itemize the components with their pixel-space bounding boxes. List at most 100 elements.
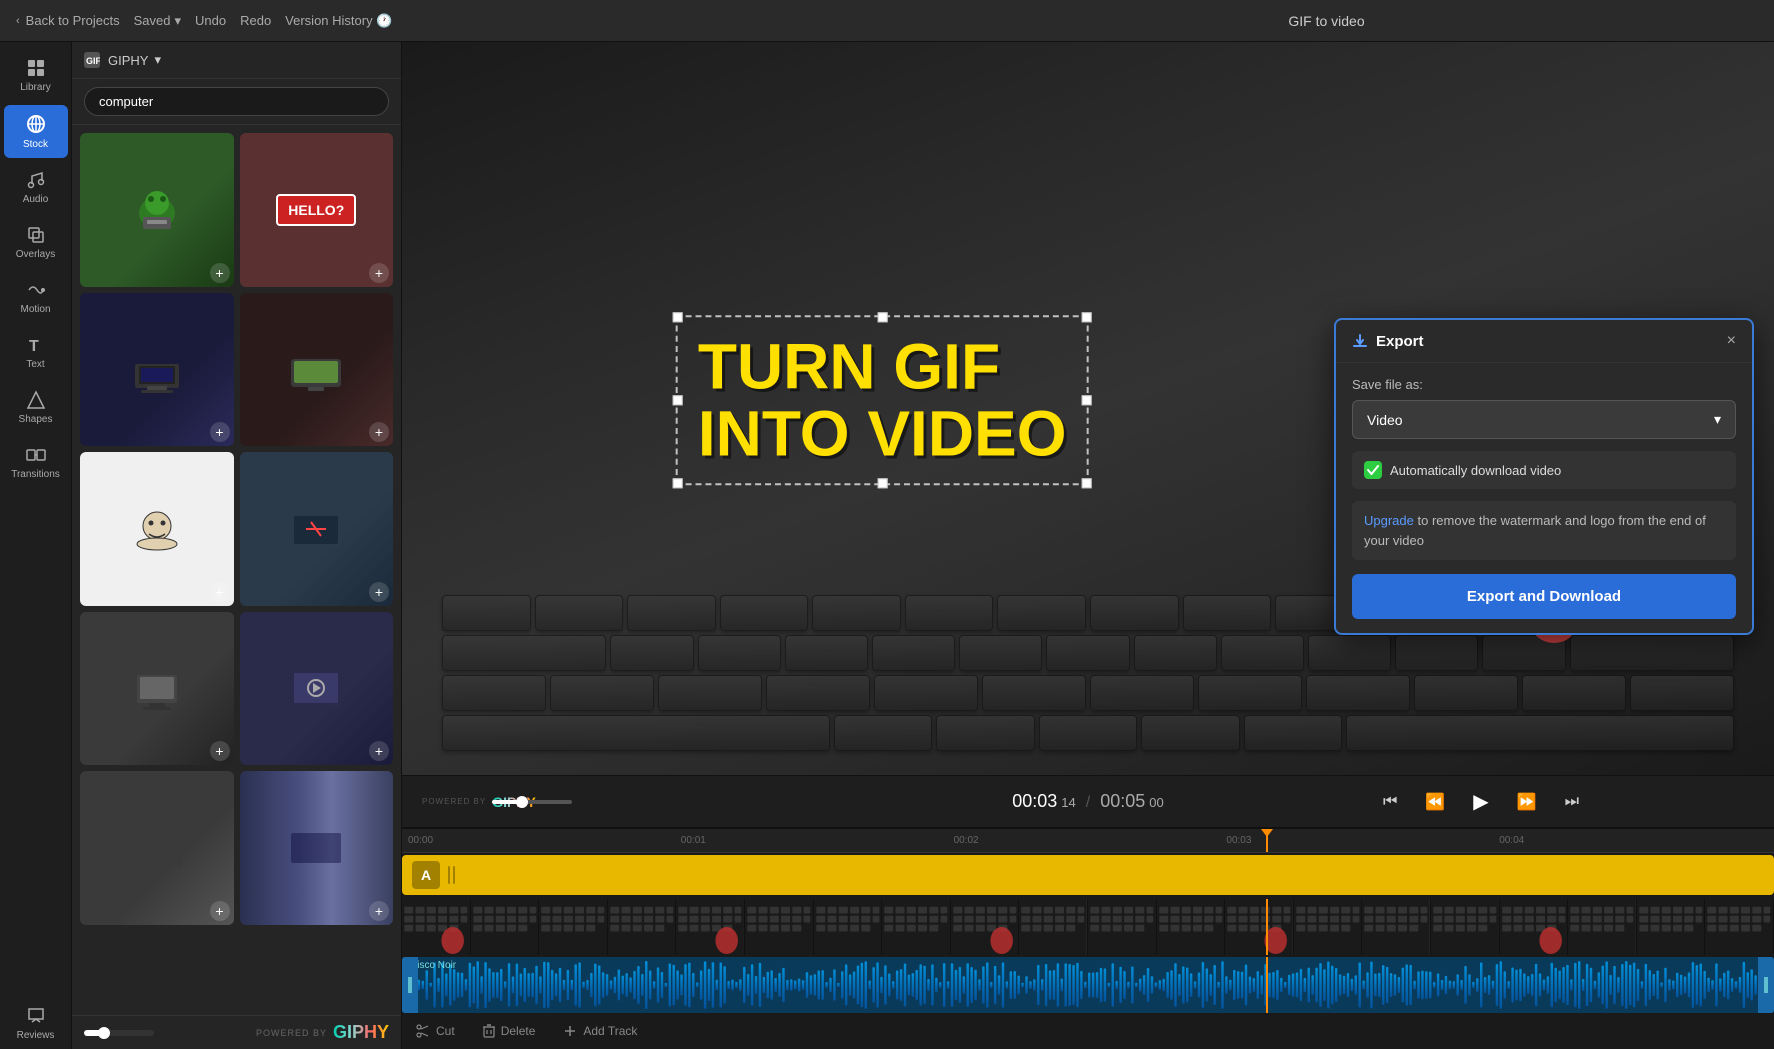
add-track-button[interactable]: Add Track bbox=[549, 1024, 651, 1038]
sidebar-item-audio[interactable]: Audio bbox=[4, 162, 68, 213]
handle-bottom-center[interactable] bbox=[877, 478, 887, 488]
play-pause-button[interactable]: ▶ bbox=[1469, 785, 1492, 818]
fast-forward-button[interactable]: ⏩ bbox=[1513, 788, 1541, 816]
handle-top-center[interactable] bbox=[877, 312, 887, 322]
handle-middle-right[interactable] bbox=[1082, 395, 1092, 405]
audio-left-handle[interactable] bbox=[402, 957, 418, 1013]
add-media-button[interactable]: + bbox=[369, 741, 389, 761]
text-overlay[interactable]: TURN GIF INTO VIDEO bbox=[676, 315, 1089, 485]
add-media-button[interactable]: + bbox=[369, 582, 389, 602]
video-frame bbox=[1637, 899, 1706, 955]
list-item[interactable]: HELLO? + Baby Boomers Co... bbox=[240, 133, 394, 287]
transitions-icon bbox=[26, 445, 46, 465]
title-track-block[interactable]: A bbox=[402, 855, 1774, 895]
add-media-button[interactable]: + bbox=[369, 901, 389, 921]
export-close-button[interactable]: × bbox=[1727, 332, 1736, 350]
export-body: Save file as: Video ▾ Automatically down… bbox=[1336, 363, 1752, 633]
handle-top-right[interactable] bbox=[1082, 312, 1092, 322]
volume-slider[interactable] bbox=[492, 800, 572, 804]
handle-middle-left[interactable] bbox=[673, 395, 683, 405]
video-frame bbox=[608, 899, 677, 955]
top-bar: ‹ Back to Projects Saved ▾ Undo Redo Ver… bbox=[0, 0, 1774, 42]
upgrade-link[interactable]: Upgrade bbox=[1364, 513, 1414, 528]
skip-to-start-button[interactable]: ⏮ bbox=[1379, 789, 1401, 815]
library-icon bbox=[26, 58, 46, 78]
video-frame bbox=[1431, 899, 1500, 955]
sidebar-item-shapes[interactable]: Shapes bbox=[4, 382, 68, 433]
select-dropdown-icon: ▾ bbox=[1714, 411, 1721, 428]
time-display: 00:03 14 / 00:05 00 bbox=[1012, 791, 1163, 812]
main-layout: Library Stock Audio Overlays bbox=[0, 42, 1774, 1049]
giphy-source-label: GIPHY bbox=[108, 53, 148, 68]
add-media-button[interactable]: + bbox=[369, 263, 389, 283]
video-frame bbox=[1157, 899, 1226, 955]
track-drag-handle[interactable] bbox=[448, 866, 455, 884]
audio-right-handle[interactable] bbox=[1758, 957, 1774, 1013]
giphy-source-button[interactable]: GIPHY ▾ bbox=[108, 52, 161, 68]
sidebar-item-text[interactable]: T Text bbox=[4, 327, 68, 378]
audio-track: Disco Noir bbox=[402, 957, 1774, 1013]
sidebar-item-transitions[interactable]: Transitions bbox=[4, 437, 68, 488]
audio-label: Audio bbox=[23, 194, 49, 205]
powered-by-label: POWERED BY bbox=[256, 1028, 327, 1038]
version-history-button[interactable]: Version History 🕐 bbox=[285, 13, 392, 29]
skip-to-end-button[interactable]: ⏭ bbox=[1561, 789, 1583, 815]
list-item[interactable]: + computer laughing ... bbox=[80, 452, 234, 606]
list-item[interactable]: + computer ship it GIF bbox=[240, 293, 394, 447]
file-type-select[interactable]: Video ▾ bbox=[1352, 400, 1736, 439]
list-item[interactable]: + computer crash GIF bbox=[240, 452, 394, 606]
saved-dropdown-icon: ▾ bbox=[174, 13, 181, 29]
list-item[interactable]: + Computer Typing GIF bbox=[80, 133, 234, 287]
shapes-icon bbox=[26, 390, 46, 410]
download-icon bbox=[1352, 333, 1368, 349]
chevron-left-icon: ‹ bbox=[16, 15, 20, 27]
video-frame bbox=[1225, 899, 1294, 955]
giphy-dropdown-icon: ▾ bbox=[154, 52, 161, 68]
sidebar-item-reviews[interactable]: Reviews bbox=[4, 998, 68, 1049]
media-panel: GIF GIPHY ▾ bbox=[72, 42, 402, 1049]
audio-icon bbox=[26, 170, 46, 190]
app-title: GIF to video bbox=[895, 13, 1758, 29]
back-button[interactable]: ‹ Back to Projects bbox=[16, 13, 120, 28]
video-frame bbox=[539, 899, 608, 955]
sidebar-item-motion[interactable]: Motion bbox=[4, 272, 68, 323]
list-item[interactable]: + ... bbox=[80, 771, 234, 925]
add-media-button[interactable]: + bbox=[210, 422, 230, 442]
svg-text:T: T bbox=[29, 338, 39, 355]
cut-button[interactable]: Cut bbox=[402, 1024, 469, 1038]
add-media-button[interactable]: + bbox=[210, 263, 230, 283]
save-as-label: Save file as: bbox=[1352, 377, 1736, 392]
export-panel: Export × Save file as: Video ▾ bbox=[1334, 318, 1754, 635]
handle-bottom-left[interactable] bbox=[673, 478, 683, 488]
volume-control bbox=[492, 800, 572, 804]
auto-download-checkbox[interactable] bbox=[1364, 461, 1382, 479]
sidebar-item-overlays[interactable]: Overlays bbox=[4, 217, 68, 268]
sidebar-item-library[interactable]: Library bbox=[4, 50, 68, 101]
back-label: Back to Projects bbox=[26, 13, 120, 28]
add-media-button[interactable]: + bbox=[210, 582, 230, 602]
list-item[interactable]: + computer GIF bbox=[80, 612, 234, 766]
rewind-button[interactable]: ⏪ bbox=[1421, 788, 1449, 816]
playhead-needle bbox=[1261, 829, 1273, 837]
saved-button[interactable]: Saved ▾ bbox=[134, 13, 181, 29]
delete-button[interactable]: Delete bbox=[469, 1024, 550, 1038]
sidebar-item-stock[interactable]: Stock bbox=[4, 105, 68, 158]
media-grid: + Computer Typing GIF HELLO? + Baby Boom… bbox=[72, 125, 401, 1015]
search-input[interactable] bbox=[84, 87, 389, 116]
list-item[interactable]: + Angry Computer GIF bbox=[80, 293, 234, 447]
redo-button[interactable]: Redo bbox=[240, 13, 271, 28]
timeline-text-track: A bbox=[402, 853, 1774, 897]
export-download-button[interactable]: Export and Download bbox=[1352, 574, 1736, 619]
playhead[interactable] bbox=[1266, 829, 1268, 852]
preview-canvas: TURN GIF INTO VIDEO Export × bbox=[402, 42, 1774, 775]
handle-top-left[interactable] bbox=[673, 312, 683, 322]
reviews-icon bbox=[26, 1006, 46, 1026]
handle-bottom-right[interactable] bbox=[1082, 478, 1092, 488]
add-media-button[interactable]: + bbox=[369, 422, 389, 442]
list-item[interactable]: + ... bbox=[240, 771, 394, 925]
list-item[interactable]: + Working Work Fro... bbox=[240, 612, 394, 766]
add-media-button[interactable]: + bbox=[210, 901, 230, 921]
undo-button[interactable]: Undo bbox=[195, 13, 226, 28]
add-media-button[interactable]: + bbox=[210, 741, 230, 761]
total-time: 00:05 bbox=[1100, 791, 1145, 812]
